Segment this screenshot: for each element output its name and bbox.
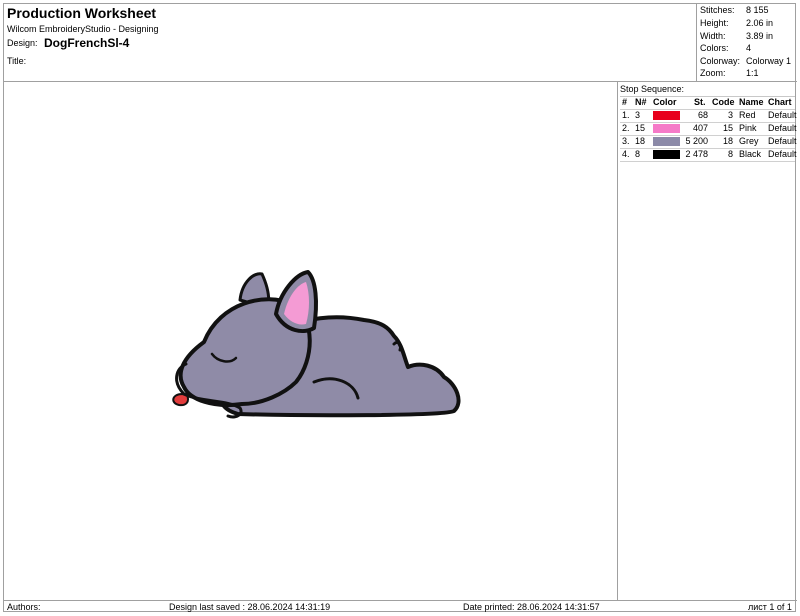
stat-value: 1:1 [746, 68, 759, 78]
table-row: 3. 18 5 200 18 Grey Default [620, 135, 797, 148]
row-index: 1. [622, 110, 630, 120]
row-needle: 15 [635, 123, 646, 133]
software-subtitle: Wilcom EmbroideryStudio - Designing [7, 24, 159, 34]
col-index: # [622, 97, 628, 107]
row-name: Black [739, 149, 762, 159]
row-chart: Default [768, 110, 797, 120]
page-number: лист 1 of 1 [748, 602, 792, 612]
col-code: Code [712, 97, 735, 107]
table-row: 2. 15 407 15 Pink Default [620, 122, 797, 135]
row-stitches: 5 200 [685, 136, 708, 146]
color-swatch-grey [653, 137, 680, 146]
row-needle: 3 [635, 110, 641, 120]
title-label: Title: [7, 56, 27, 66]
row-chart: Default [768, 136, 797, 146]
col-stitches: St. [694, 97, 706, 107]
col-chart: Chart [768, 97, 792, 107]
stat-height: Height: 2.06 in [700, 18, 796, 30]
row-needle: 18 [635, 136, 646, 146]
stop-sequence-panel: Stop Sequence: # N# Color St. Code Name … [618, 82, 797, 600]
row-name: Pink [739, 123, 757, 133]
stat-width: Width: 3.89 in [700, 31, 796, 43]
stop-sequence-table: # N# Color St. Code Name Chart 1. 3 68 3… [620, 96, 797, 162]
design-name: DogFrenchSl-4 [44, 36, 130, 50]
stat-value: 3.89 in [746, 31, 774, 41]
last-saved-date: Design last saved : 28.06.2024 14:31:19 [169, 602, 331, 612]
design-label: Design: [7, 38, 38, 48]
worksheet-footer: Authors: Design last saved : 28.06.2024 … [4, 600, 797, 613]
col-needle: N# [635, 97, 647, 107]
row-code: 18 [722, 136, 733, 146]
page-title: Production Worksheet [7, 5, 157, 21]
row-name: Red [739, 110, 756, 120]
worksheet-header: Production Worksheet Wilcom EmbroiderySt… [4, 4, 697, 82]
stat-label: Width: [700, 31, 726, 41]
table-row: 4. 8 2 478 8 Black Default [620, 148, 797, 162]
table-row: 1. 3 68 3 Red Default [620, 109, 797, 122]
row-index: 4. [622, 149, 630, 159]
color-swatch-black [653, 150, 680, 159]
production-worksheet: Production Worksheet Wilcom EmbroiderySt… [3, 3, 797, 613]
row-index: 3. [622, 136, 630, 146]
stat-label: Colors: [700, 43, 729, 53]
row-chart: Default [768, 149, 797, 159]
design-preview-canvas [4, 82, 618, 600]
stat-stitches: Stitches: 8 155 [700, 5, 796, 17]
authors-label: Authors: [7, 602, 41, 612]
printed-date: Date printed: 28.06.2024 14:31:57 [463, 602, 600, 612]
stat-colorway: Colorway: Colorway 1 [700, 56, 796, 68]
stat-label: Stitches: [700, 5, 735, 15]
color-swatch-red [653, 111, 680, 120]
stat-colors: Colors: 4 [700, 43, 796, 55]
stat-zoom: Zoom: 1:1 [700, 68, 796, 80]
row-code: 8 [727, 149, 733, 159]
stat-label: Height: [700, 18, 729, 28]
row-name: Grey [739, 136, 759, 146]
stat-value: 4 [746, 43, 752, 53]
stat-label: Zoom: [700, 68, 726, 78]
row-chart: Default [768, 123, 797, 133]
stat-value: 8 155 [746, 5, 769, 15]
design-stats: Stitches: 8 155 Height: 2.06 in Width: 3.89… [697, 4, 797, 82]
embroidery-design-image [172, 270, 461, 419]
row-code: 15 [722, 123, 733, 133]
row-stitches: 68 [697, 110, 708, 120]
stat-label: Colorway: [700, 56, 741, 66]
stat-value: 2.06 in [746, 18, 774, 28]
col-name: Name [739, 97, 764, 107]
col-color: Color [653, 97, 677, 107]
row-index: 2. [622, 123, 630, 133]
row-stitches: 407 [692, 123, 708, 133]
stop-sequence-header: Stop Sequence: [620, 84, 685, 94]
row-needle: 8 [635, 149, 641, 159]
color-swatch-pink [653, 124, 680, 133]
row-code: 3 [727, 110, 733, 120]
table-header-row: # N# Color St. Code Name Chart [620, 97, 795, 109]
row-stitches: 2 478 [685, 149, 708, 159]
stat-value: Colorway 1 [746, 56, 792, 66]
